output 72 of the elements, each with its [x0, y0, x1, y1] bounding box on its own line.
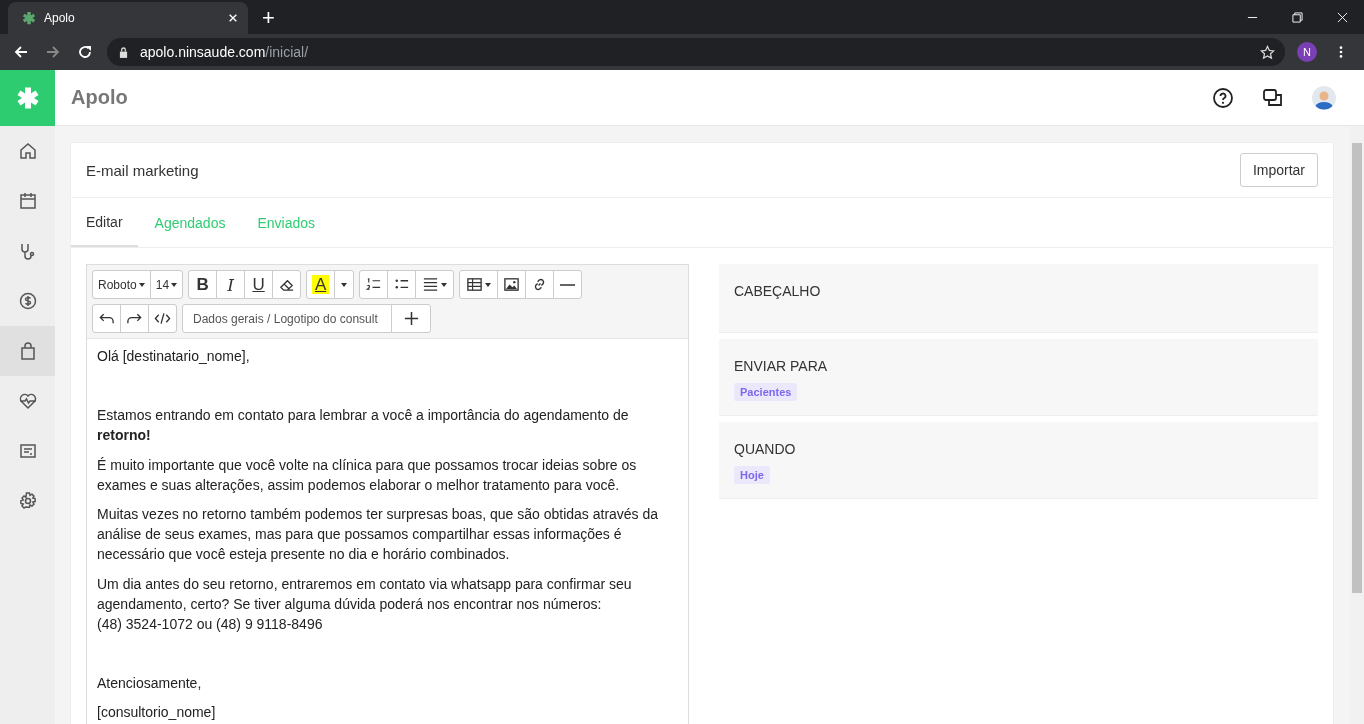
section-card[interactable]: CABEÇALHO	[719, 264, 1318, 333]
font-size-dropdown[interactable]: 14	[149, 270, 184, 299]
align-dropdown[interactable]	[415, 270, 455, 299]
paragraph: É muito importante que você volte na clínica para que possamos trocar ideias sobre os exames e suas alterações, assim podemos elaborar o melhor tratamento para você.	[97, 455, 638, 495]
paragraph: Estamos entrando em contato para lembrar a você a importância do agendamento de retorno!	[97, 406, 630, 445]
paragraph: (48) 3524-1072 ou (48) 9 9118-8496	[97, 614, 324, 634]
profile-avatar[interactable]: N	[1297, 42, 1317, 62]
code-view-button[interactable]	[148, 304, 177, 333]
close-icon[interactable]	[228, 13, 238, 23]
section-title: CABEÇALHO	[734, 283, 821, 299]
bold-button[interactable]: B	[188, 270, 218, 299]
eraser-button[interactable]	[272, 270, 302, 299]
italic-button[interactable]: I	[216, 270, 246, 299]
settings-icon	[17, 491, 38, 511]
reload-icon[interactable]	[77, 44, 93, 60]
new-tab-button[interactable]: +	[262, 6, 275, 30]
home-icon	[17, 141, 38, 161]
text-color-button[interactable]: A	[306, 270, 336, 299]
code-icon	[154, 310, 171, 327]
asterisk-icon	[22, 11, 36, 25]
document-icon	[17, 441, 38, 461]
tab[interactable]: Editar	[71, 198, 138, 247]
app-title: Apolo	[71, 86, 128, 109]
restore-icon[interactable]	[1292, 11, 1303, 23]
browser-tab[interactable]: Apolo	[8, 2, 248, 34]
heart-pulse-icon	[17, 391, 38, 411]
help-icon[interactable]	[1212, 86, 1234, 109]
import-button[interactable]: Importar	[1239, 153, 1318, 187]
chat-icon[interactable]	[1262, 86, 1284, 109]
table-icon	[466, 276, 484, 293]
calendar-icon	[17, 191, 38, 211]
tag: Pacientes	[734, 383, 798, 401]
section-title: ENVIAR PARA	[734, 358, 828, 374]
dollar-icon	[17, 291, 38, 311]
plus-icon	[402, 310, 420, 327]
paragraph: Atenciosamente,	[97, 673, 203, 693]
numbered-list-button[interactable]	[359, 270, 389, 299]
section-card[interactable]: ENVIAR PARA Pacientes	[719, 339, 1318, 416]
font-dropdown[interactable]: Roboto	[92, 270, 151, 299]
paragraph: Olá [destinatario_nome],	[97, 347, 251, 366]
link-button[interactable]	[525, 270, 555, 299]
page-title: E-mail marketing	[86, 161, 199, 179]
image-button[interactable]	[497, 270, 527, 299]
tab-title: Apolo	[44, 11, 76, 25]
bullet-list-button[interactable]	[387, 270, 417, 299]
forward-icon[interactable]	[45, 44, 61, 60]
address-field[interactable]: apolo.ninsaude.com/inicial/	[107, 38, 1285, 66]
undo-button[interactable]	[92, 304, 121, 333]
sidebar-item[interactable]	[0, 326, 55, 376]
close-icon[interactable]	[1337, 11, 1348, 23]
lock-icon	[119, 46, 128, 58]
asterisk-icon	[15, 85, 40, 110]
align-icon	[422, 276, 440, 293]
user-avatar[interactable]	[1312, 85, 1336, 110]
star-icon[interactable]	[1260, 44, 1275, 60]
image-icon	[503, 276, 521, 293]
paragraph: Muitas vezes no retorno também podemos ter surpresas boas, que são obtidas através da análise de seus exames, mas para que possamos compartilhar essas informações é necessário que você esteja presente no dia e horário combinados.	[97, 505, 660, 564]
section-card[interactable]: QUANDO Hoje	[719, 422, 1318, 499]
merge-field-dropdown[interactable]: Dados gerais / Logotipo do consult	[182, 304, 392, 333]
paragraph: Um dia antes do seu retorno, entraremos em contato via whatsapp para confirmar seu agendamento, certo? Se tiver alguma dúvida poderá nos encontrar nos números:	[97, 574, 633, 614]
redo-button[interactable]	[120, 304, 149, 333]
menu-icon[interactable]	[1339, 45, 1343, 59]
section-title: QUANDO	[734, 441, 796, 457]
back-icon[interactable]	[13, 44, 29, 60]
horizontal-rule-button[interactable]	[553, 270, 583, 299]
table-dropdown[interactable]	[459, 270, 499, 299]
numbered-list-icon	[365, 276, 383, 293]
underline-button[interactable]: U	[244, 270, 274, 299]
paragraph: [consultorio_nome]	[97, 703, 217, 722]
add-button[interactable]	[391, 304, 431, 333]
horizontal-line-icon	[559, 283, 577, 286]
tag: Hoje	[734, 466, 770, 484]
